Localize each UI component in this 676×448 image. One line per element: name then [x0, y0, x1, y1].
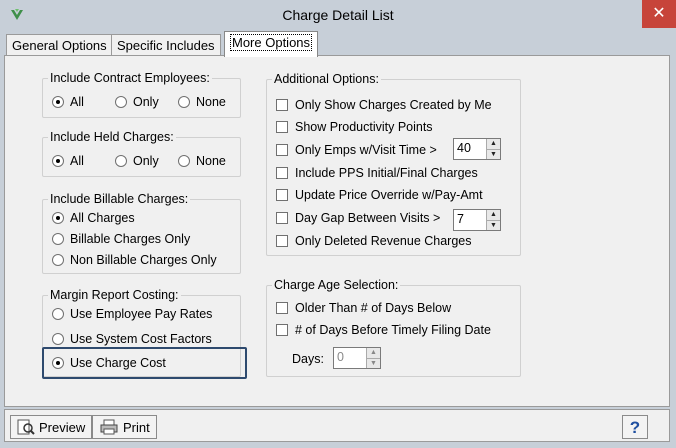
- held-charges-group: Include Held Charges: All Only None: [42, 130, 241, 177]
- preview-button[interactable]: Preview: [10, 415, 93, 439]
- radio-selected-icon: [52, 96, 64, 108]
- close-button[interactable]: ✕: [642, 0, 676, 28]
- non-billable-only-radio[interactable]: Non Billable Charges Only: [52, 253, 217, 267]
- held-all-radio[interactable]: All: [52, 154, 84, 168]
- radio-icon: [52, 333, 64, 345]
- group-title: Margin Report Costing:: [48, 288, 181, 302]
- radio-icon: [115, 96, 127, 108]
- radio-selected-icon: [52, 212, 64, 224]
- days-label: Days:: [292, 352, 324, 366]
- help-button[interactable]: ?: [622, 415, 648, 439]
- pps-charges-checkbox[interactable]: Include PPS Initial/Final Charges: [276, 166, 478, 180]
- visit-time-stepper[interactable]: 40 ▲ ▼: [453, 138, 501, 160]
- additional-options-group: Additional Options: Only Show Charges Cr…: [266, 72, 521, 256]
- days-stepper[interactable]: 0 ▲ ▼: [333, 347, 381, 369]
- contract-employees-group: Include Contract Employees: All Only Non…: [42, 71, 241, 118]
- visit-time-value[interactable]: 40: [454, 139, 486, 159]
- help-icon: ?: [630, 418, 640, 437]
- spin-down-icon[interactable]: ▼: [487, 148, 500, 159]
- contract-only-radio[interactable]: Only: [115, 95, 159, 109]
- checkbox-icon: [276, 99, 288, 111]
- productivity-points-checkbox[interactable]: Show Productivity Points: [276, 120, 433, 134]
- radio-selected-icon: [52, 155, 64, 167]
- spin-up-icon[interactable]: ▲: [487, 139, 500, 149]
- svg-text:?: ?: [630, 418, 640, 437]
- group-title: Additional Options:: [272, 72, 381, 86]
- title-bar: Charge Detail List ✕: [0, 0, 676, 30]
- preview-icon: [17, 419, 35, 435]
- price-override-checkbox[interactable]: Update Price Override w/Pay-Amt: [276, 188, 483, 202]
- billable-only-radio[interactable]: Billable Charges Only: [52, 232, 190, 246]
- spin-up-icon[interactable]: ▲: [487, 210, 500, 220]
- tab-general-options[interactable]: General Options: [6, 34, 113, 56]
- only-my-charges-checkbox[interactable]: Only Show Charges Created by Me: [276, 98, 492, 112]
- days-value[interactable]: 0: [334, 348, 366, 368]
- group-title: Include Contract Employees:: [48, 71, 212, 85]
- contract-none-radio[interactable]: None: [178, 95, 226, 109]
- checkbox-icon: [276, 324, 288, 336]
- billable-charges-group: Include Billable Charges: All Charges Bi…: [42, 192, 241, 274]
- radio-icon: [52, 308, 64, 320]
- group-title: Include Held Charges:: [48, 130, 176, 144]
- tab-more-options[interactable]: More Options: [224, 31, 319, 57]
- deleted-revenue-checkbox[interactable]: Only Deleted Revenue Charges: [276, 234, 472, 248]
- day-gap-checkbox[interactable]: Day Gap Between Visits >: [276, 211, 440, 225]
- visit-time-checkbox[interactable]: Only Emps w/Visit Time >: [276, 143, 437, 157]
- timely-filing-checkbox[interactable]: # of Days Before Timely Filing Date: [276, 323, 491, 337]
- checkbox-icon: [276, 121, 288, 133]
- options-panel: Include Contract Employees: All Only Non…: [4, 55, 670, 407]
- employee-pay-rates-radio[interactable]: Use Employee Pay Rates: [52, 307, 212, 321]
- radio-icon: [178, 96, 190, 108]
- radio-icon: [115, 155, 127, 167]
- spin-up-icon[interactable]: ▲: [367, 348, 380, 358]
- billable-all-radio[interactable]: All Charges: [52, 211, 135, 225]
- day-gap-value[interactable]: 7: [454, 210, 486, 230]
- bottom-toolbar: Preview Print ?: [4, 409, 670, 442]
- group-title: Charge Age Selection:: [272, 278, 401, 292]
- radio-icon: [178, 155, 190, 167]
- checkbox-icon: [276, 212, 288, 224]
- system-cost-factors-radio[interactable]: Use System Cost Factors: [52, 332, 212, 346]
- group-title: Include Billable Charges:: [48, 192, 191, 206]
- radio-icon: [52, 254, 64, 266]
- selection-highlight: [42, 347, 247, 379]
- checkbox-icon: [276, 302, 288, 314]
- checkbox-icon: [276, 189, 288, 201]
- charge-age-group: Charge Age Selection: Older Than # of Da…: [266, 278, 521, 377]
- checkbox-icon: [276, 167, 288, 179]
- checkbox-icon: [276, 144, 288, 156]
- radio-icon: [52, 233, 64, 245]
- day-gap-stepper[interactable]: 7 ▲ ▼: [453, 209, 501, 231]
- held-none-radio[interactable]: None: [178, 154, 226, 168]
- printer-icon: [100, 419, 118, 435]
- spin-down-icon[interactable]: ▼: [367, 357, 380, 368]
- contract-all-radio[interactable]: All: [52, 95, 84, 109]
- held-only-radio[interactable]: Only: [115, 154, 159, 168]
- spin-down-icon[interactable]: ▼: [487, 219, 500, 230]
- tab-specific-includes[interactable]: Specific Includes: [111, 34, 221, 56]
- older-than-checkbox[interactable]: Older Than # of Days Below: [276, 301, 451, 315]
- checkbox-icon: [276, 235, 288, 247]
- print-button[interactable]: Print: [92, 415, 157, 439]
- window-title: Charge Detail List: [282, 7, 394, 23]
